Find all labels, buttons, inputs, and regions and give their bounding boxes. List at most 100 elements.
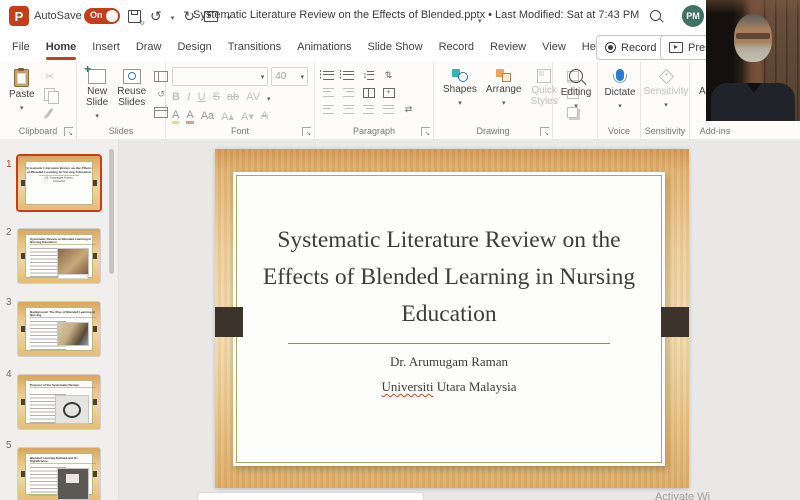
- highlight-color-icon[interactable]: A: [172, 109, 179, 124]
- convert-smartart-icon[interactable]: ⇄: [400, 102, 417, 117]
- text-shadow-icon[interactable]: ab: [227, 91, 239, 103]
- paste-button[interactable]: Paste: [6, 67, 38, 119]
- shapes-icon: [452, 69, 468, 82]
- chevron-down-icon: [502, 97, 506, 108]
- justify-icon[interactable]: [380, 102, 397, 117]
- slide-thumbnail-4[interactable]: Purpose of the Systematic Review: [18, 375, 100, 429]
- reuse-slides-icon: [123, 69, 141, 84]
- bold-icon[interactable]: B: [172, 91, 180, 103]
- slide-content-panel[interactable]: Systematic Literature Review on the Effe…: [233, 172, 665, 466]
- format-painter-icon[interactable]: [41, 105, 59, 119]
- search-icon[interactable]: [650, 10, 661, 21]
- tab-transitions[interactable]: Transitions: [220, 32, 289, 62]
- change-case-icon[interactable]: Aa: [201, 110, 214, 122]
- shrink-font-icon[interactable]: A▾: [241, 110, 254, 123]
- paste-clipboard-icon: [14, 69, 29, 87]
- ribbon-tab-row: File Home Insert Draw Design Transitions…: [0, 32, 800, 63]
- drawing-dialog-launcher-icon[interactable]: [540, 127, 549, 136]
- font-color-icon[interactable]: A: [186, 109, 193, 124]
- slides-group: New Slide Reuse Slides ↺ Slides: [77, 62, 166, 139]
- ribbon-tabs: File Home Insert Draw Design Transitions…: [4, 32, 677, 62]
- sensitivity-group: Sensitivity Sensitivity: [641, 62, 690, 139]
- quick-styles-icon: [537, 69, 551, 83]
- tab-draw[interactable]: Draw: [128, 32, 170, 62]
- scrollbar-thumb[interactable]: [109, 149, 114, 274]
- tab-animations[interactable]: Animations: [289, 32, 359, 62]
- arrange-icon: [496, 69, 512, 82]
- arrange-button[interactable]: Arrange: [483, 67, 525, 119]
- person-shirt: [711, 83, 795, 121]
- slide-affiliation[interactable]: Universiti Utara Malaysia: [233, 379, 665, 395]
- bullets-icon[interactable]: [320, 68, 337, 83]
- text-direction-icon[interactable]: +: [380, 85, 397, 100]
- autosave-toggle[interactable]: On: [84, 8, 120, 24]
- tab-slide-show[interactable]: Slide Show: [360, 32, 431, 62]
- align-left-icon[interactable]: [320, 102, 337, 117]
- webcam-overlay[interactable]: [706, 0, 800, 121]
- reuse-slides-button[interactable]: Reuse Slides: [114, 67, 149, 123]
- numbering-icon[interactable]: [340, 68, 357, 83]
- title-chevron-down-icon[interactable]: [478, 10, 482, 28]
- sensitivity-tag-icon: [658, 69, 674, 85]
- align-right-icon[interactable]: [360, 102, 377, 117]
- chevron-down-icon: [20, 102, 24, 113]
- cut-icon[interactable]: ✂: [41, 69, 59, 83]
- clear-formatting-icon[interactable]: A: [261, 110, 268, 122]
- grow-font-icon[interactable]: A▴: [221, 110, 234, 123]
- sort-text-icon[interactable]: ⇅: [380, 68, 397, 83]
- tab-design[interactable]: Design: [169, 32, 219, 62]
- font-dialog-launcher-icon[interactable]: [302, 127, 311, 136]
- drawing-group: Shapes Arrange Quick Styles: [434, 62, 553, 139]
- sensitivity-button[interactable]: Sensitivity: [641, 67, 692, 112]
- strikethrough-icon[interactable]: S: [213, 91, 220, 103]
- slide-editor[interactable]: Systematic Literature Review on the Effe…: [215, 149, 689, 488]
- undo-chevron-down-icon[interactable]: [171, 7, 175, 25]
- editing-button[interactable]: Editing: [558, 67, 595, 113]
- horizontal-scrollbar[interactable]: [197, 492, 424, 500]
- shapes-button[interactable]: Shapes: [440, 67, 480, 119]
- tab-insert[interactable]: Insert: [84, 32, 128, 62]
- slide-number-5: 5: [6, 440, 12, 451]
- slide-thumbnail-2[interactable]: Systematic Review on Blended Learning in…: [18, 229, 100, 283]
- save-icon[interactable]: [128, 10, 141, 23]
- font-name-combobox[interactable]: [172, 67, 268, 86]
- copy-icon[interactable]: [41, 87, 59, 101]
- slide-thumbnail-1[interactable]: Systematic Literature Review on the Effe…: [18, 156, 100, 210]
- workspace: 1 Systematic Literature Review on the Ef…: [0, 139, 800, 500]
- slide-title[interactable]: Systematic Literature Review on the Effe…: [253, 222, 645, 333]
- slide-author[interactable]: Dr. Arumugam Raman: [233, 354, 665, 370]
- tab-view[interactable]: View: [534, 32, 574, 62]
- new-slide-button[interactable]: New Slide: [83, 67, 111, 123]
- italic-icon[interactable]: I: [187, 91, 191, 103]
- character-spacing-icon[interactable]: AV: [246, 91, 260, 103]
- tab-file[interactable]: File: [4, 32, 38, 62]
- paragraph-dialog-launcher-icon[interactable]: [421, 127, 430, 136]
- tab-home[interactable]: Home: [38, 32, 85, 62]
- decrease-indent-icon[interactable]: [320, 85, 337, 100]
- align-center-icon[interactable]: [340, 102, 357, 117]
- present-screen-icon: [669, 42, 683, 53]
- chevron-down-icon: [664, 99, 668, 110]
- line-spacing-icon[interactable]: ↕: [360, 68, 377, 83]
- underline-icon[interactable]: U: [198, 91, 206, 103]
- thumbnail-scrollbar[interactable]: [107, 139, 115, 500]
- increase-indent-icon[interactable]: [340, 85, 357, 100]
- titlebar: P AutoSave On ↺ ↻ Systematic Literature …: [0, 0, 800, 32]
- editing-magnifier-icon: [569, 69, 583, 83]
- slide-thumbnail-3[interactable]: Background: The Rise of Blended Learning…: [18, 302, 100, 356]
- tab-review[interactable]: Review: [482, 32, 534, 62]
- font-size-combobox[interactable]: 40: [271, 67, 308, 86]
- title-divider-line: [288, 343, 610, 344]
- slide-thumbnail-5[interactable]: Blended Learning Defined and Its Signifi…: [18, 448, 100, 500]
- slide-number-3: 3: [6, 297, 12, 308]
- record-button[interactable]: Record: [596, 35, 665, 60]
- avatar[interactable]: PM: [682, 5, 704, 27]
- thumbnail-photo: [57, 468, 89, 500]
- undo-icon[interactable]: ↺: [150, 9, 162, 23]
- clipboard-dialog-launcher-icon[interactable]: [64, 127, 73, 136]
- new-slide-icon: [88, 69, 106, 84]
- tab-record[interactable]: Record: [431, 32, 482, 62]
- chevron-down-icon: [574, 100, 578, 111]
- columns-icon[interactable]: [360, 85, 377, 100]
- dictate-button[interactable]: Dictate: [601, 67, 638, 113]
